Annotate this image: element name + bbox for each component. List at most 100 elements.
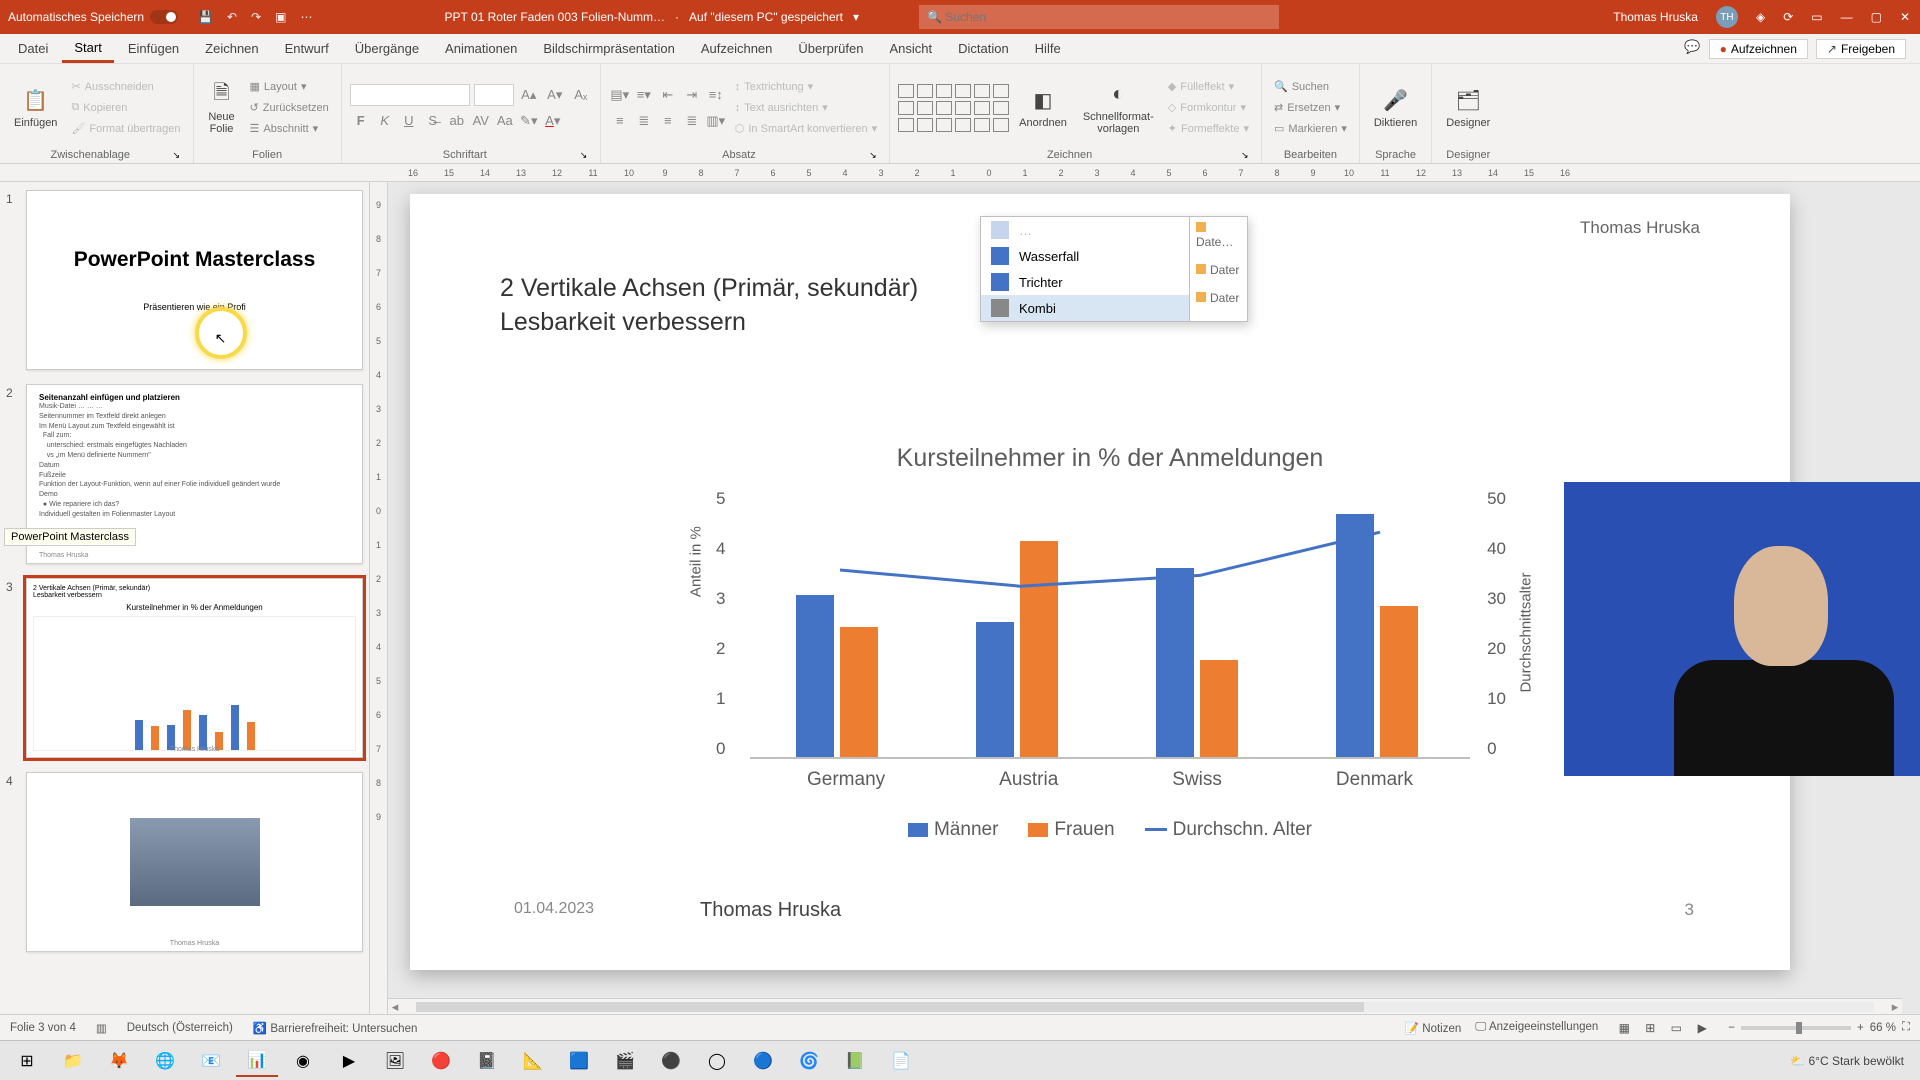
slide-count[interactable]: Folie 3 von 4 bbox=[10, 1022, 76, 1034]
zoom-app-icon[interactable]: 🔵 bbox=[742, 1045, 784, 1077]
reset-button[interactable]: ↺ Zurücksetzen bbox=[246, 99, 333, 116]
align-right-icon[interactable]: ≡ bbox=[657, 110, 679, 132]
explorer-icon[interactable]: 📁 bbox=[52, 1045, 94, 1077]
view-normal-icon[interactable]: ▦ bbox=[1612, 1018, 1636, 1038]
tab-uebergaenge[interactable]: Übergänge bbox=[343, 34, 431, 63]
dictate-button[interactable]: 🎤 Diktieren bbox=[1368, 83, 1423, 133]
scroll-right-icon[interactable]: ▸ bbox=[1888, 999, 1902, 1015]
notes-button[interactable]: 📝 Notizen bbox=[1405, 1021, 1462, 1035]
start-icon[interactable]: ⊞ bbox=[6, 1045, 48, 1077]
fill-button[interactable]: ◆ Fülleffekt ▾ bbox=[1164, 78, 1253, 95]
popup-trichter[interactable]: Trichter bbox=[981, 269, 1189, 295]
indent-inc-icon[interactable]: ⇥ bbox=[681, 84, 703, 106]
zoom-in-icon[interactable]: + bbox=[1857, 1022, 1864, 1034]
align-center-icon[interactable]: ≣ bbox=[633, 110, 655, 132]
view-sorter-icon[interactable]: ⊞ bbox=[1638, 1018, 1662, 1038]
tab-datei[interactable]: Datei bbox=[6, 34, 60, 63]
shapes-gallery[interactable] bbox=[898, 84, 1009, 132]
excel-icon[interactable]: 📗 bbox=[834, 1045, 876, 1077]
ribbon-mode-icon[interactable]: ▭ bbox=[1811, 10, 1822, 24]
replace-button[interactable]: ⇄ Ersetzen ▾ bbox=[1270, 99, 1351, 116]
font-size-select[interactable] bbox=[474, 84, 514, 106]
view-slideshow-icon[interactable]: ▶ bbox=[1690, 1018, 1714, 1038]
highlight-icon[interactable]: ✎▾ bbox=[518, 110, 540, 132]
tab-dictation[interactable]: Dictation bbox=[946, 34, 1021, 63]
align-left-icon[interactable]: ≡ bbox=[609, 110, 631, 132]
app-icon[interactable]: ◉ bbox=[282, 1045, 324, 1077]
accessibility[interactable]: ♿ Barrierefreiheit: Untersuchen bbox=[253, 1021, 418, 1035]
copy-button[interactable]: ⧉ Kopieren bbox=[67, 99, 184, 116]
bullets-icon[interactable]: ▤▾ bbox=[609, 84, 631, 106]
more-icon[interactable]: ⋯ bbox=[301, 10, 313, 24]
obs-icon[interactable]: ⚫ bbox=[650, 1045, 692, 1077]
outline-button[interactable]: ◇ Formkontur ▾ bbox=[1164, 99, 1253, 116]
text-dir-button[interactable]: ↕ Textrichtung ▾ bbox=[731, 78, 881, 95]
close-icon[interactable]: ✕ bbox=[1900, 10, 1910, 24]
save-status[interactable]: Auf "diesem PC" gespeichert bbox=[689, 10, 843, 24]
numbering-icon[interactable]: ≡▾ bbox=[633, 84, 655, 106]
case-icon[interactable]: Aa bbox=[494, 110, 516, 132]
slide-panel[interactable]: 1 PowerPoint Masterclass Präsentieren wi… bbox=[0, 182, 370, 1014]
draw-launcher-icon[interactable]: ↘ bbox=[1241, 150, 1253, 163]
font-launcher-icon[interactable]: ↘ bbox=[580, 150, 592, 163]
tab-hilfe[interactable]: Hilfe bbox=[1023, 34, 1073, 63]
onenote-icon[interactable]: 📓 bbox=[466, 1045, 508, 1077]
fit-icon[interactable]: ⛶ bbox=[1902, 1021, 1910, 1034]
align-text-button[interactable]: ↕ Text ausrichten ▾ bbox=[731, 99, 881, 116]
edge-icon[interactable]: 🌀 bbox=[788, 1045, 830, 1077]
access-anim-icon[interactable]: ▥ bbox=[96, 1021, 107, 1035]
save-icon[interactable]: 💾 bbox=[198, 10, 213, 24]
underline-icon[interactable]: U bbox=[398, 110, 420, 132]
visio-icon[interactable]: 📐 bbox=[512, 1045, 554, 1077]
display-settings-button[interactable]: 🖵 Anzeigeeinstellungen bbox=[1475, 1021, 1598, 1034]
strike-icon[interactable]: S̶ bbox=[422, 110, 444, 132]
paste-button[interactable]: 📋 Einfügen bbox=[8, 83, 63, 133]
format-painter-button[interactable]: 🖌 Format übertragen bbox=[67, 120, 184, 137]
font-color-icon[interactable]: A▾ bbox=[542, 110, 564, 132]
effects-button[interactable]: ✦ Formeffekte ▾ bbox=[1164, 120, 1253, 137]
tab-start[interactable]: Start bbox=[62, 34, 113, 63]
search-box[interactable]: 🔍 bbox=[919, 5, 1279, 29]
tab-ueberpruefen[interactable]: Überprüfen bbox=[786, 34, 875, 63]
new-slide-button[interactable]: 🗎 Neue Folie bbox=[202, 77, 242, 139]
coming-soon-icon[interactable]: ◈ bbox=[1756, 10, 1765, 24]
chart-type-popup[interactable]: … Wasserfall Trichter Kombi Date… Dater … bbox=[980, 216, 1248, 322]
scrollbar-horizontal[interactable]: ◂ ▸ bbox=[388, 998, 1902, 1014]
tab-entwurf[interactable]: Entwurf bbox=[273, 34, 341, 63]
search-input[interactable] bbox=[945, 10, 1100, 24]
popup-wasserfall[interactable]: Wasserfall bbox=[981, 243, 1189, 269]
italic-icon[interactable]: K bbox=[374, 110, 396, 132]
bold-icon[interactable]: F bbox=[350, 110, 372, 132]
scroll-left-icon[interactable]: ◂ bbox=[388, 999, 402, 1015]
tab-zeichnen[interactable]: Zeichnen bbox=[193, 34, 270, 63]
thumb-slide-1[interactable]: PowerPoint Masterclass Präsentieren wie … bbox=[26, 190, 363, 370]
powerpoint-icon[interactable]: 📊 bbox=[236, 1045, 278, 1077]
comments-icon[interactable]: 💬 bbox=[1684, 39, 1700, 59]
quickstyles-button[interactable]: ◐ Schnellformat- vorlagen bbox=[1077, 77, 1160, 139]
filename[interactable]: PPT 01 Roter Faden 003 Folien-Numm… bbox=[445, 10, 666, 24]
layout-button[interactable]: ▦ Layout ▾ bbox=[246, 78, 333, 95]
clipboard-launcher-icon[interactable]: ↘ bbox=[173, 150, 185, 163]
tab-bildschirm[interactable]: Bildschirmpräsentation bbox=[531, 34, 687, 63]
firefox-icon[interactable]: 🦊 bbox=[98, 1045, 140, 1077]
line-spacing-icon[interactable]: ≡↕ bbox=[705, 84, 727, 106]
history-icon[interactable]: ⟳ bbox=[1783, 10, 1793, 24]
language[interactable]: Deutsch (Österreich) bbox=[127, 1022, 233, 1034]
thumb-slide-4[interactable]: Thomas Hruska bbox=[26, 772, 363, 952]
para-launcher-icon[interactable]: ↘ bbox=[869, 150, 881, 163]
undo-icon[interactable]: ↶ bbox=[227, 10, 237, 24]
find-button[interactable]: 🔍 Suchen bbox=[1270, 78, 1351, 95]
app4-icon[interactable]: 🟦 bbox=[558, 1045, 600, 1077]
present-icon[interactable]: ▣ bbox=[275, 10, 286, 24]
outlook-icon[interactable]: 📧 bbox=[190, 1045, 232, 1077]
app6-icon[interactable]: ◯ bbox=[696, 1045, 738, 1077]
view-reading-icon[interactable]: ▭ bbox=[1664, 1018, 1688, 1038]
font-family-select[interactable] bbox=[350, 84, 470, 106]
app3-icon[interactable]: 🔴 bbox=[420, 1045, 462, 1077]
indent-dec-icon[interactable]: ⇤ bbox=[657, 84, 679, 106]
grow-font-icon[interactable]: A▴ bbox=[518, 84, 540, 106]
user-name[interactable]: Thomas Hruska bbox=[1613, 10, 1698, 24]
designer-button[interactable]: 🗂 Designer bbox=[1440, 83, 1496, 133]
chevron-down-icon[interactable]: ▾ bbox=[853, 10, 859, 24]
minimize-icon[interactable]: — bbox=[1841, 10, 1853, 24]
